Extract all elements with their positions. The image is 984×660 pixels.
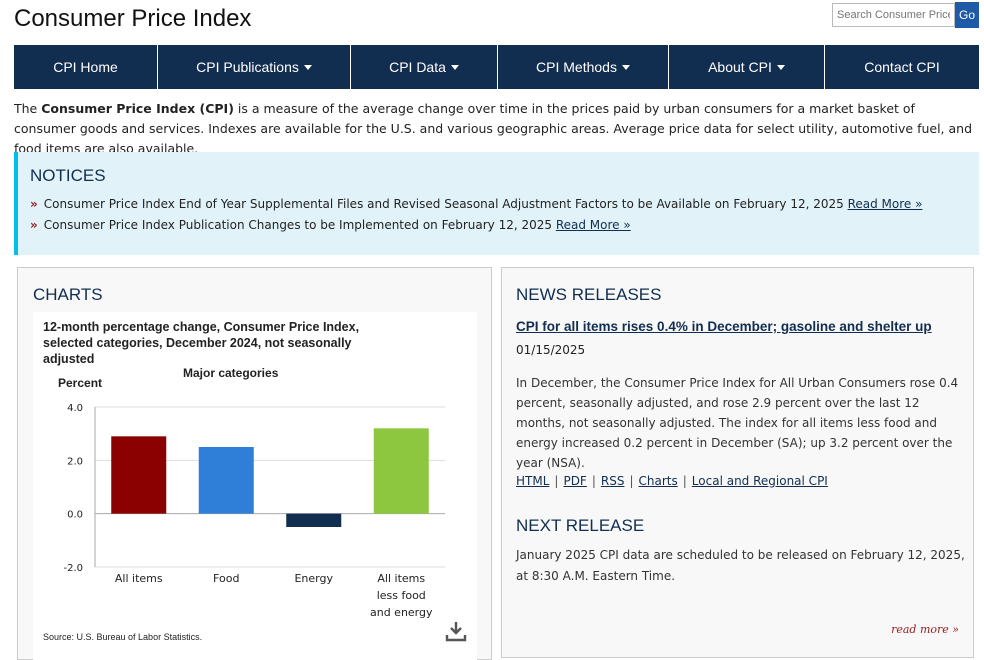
link-separator: | [554, 474, 559, 488]
x-tick-label: less food [377, 589, 426, 602]
notice-read-more-link[interactable]: Read More » [556, 218, 631, 232]
chart-source: Source: U.S. Bureau of Labor Statistics. [43, 632, 202, 642]
y-tick-label: 2.0 [67, 456, 83, 467]
intro-lead: The [14, 101, 42, 116]
news-links: HTML | PDF | RSS | Charts | Local and Regional C… [516, 474, 828, 488]
link-separator: | [682, 474, 687, 488]
news-link-rss[interactable]: RSS [601, 474, 625, 488]
nav-label: CPI Publications [196, 59, 299, 75]
charts-title: CHARTS [33, 285, 103, 304]
read-more-link[interactable]: read more » [891, 623, 959, 636]
link-separator: | [629, 474, 634, 488]
nav-cpi-data[interactable]: CPI Data [351, 45, 498, 89]
notice-read-more-link[interactable]: Read More » [848, 197, 923, 211]
news-headline-link[interactable]: CPI for all items rises 0.4% in December… [516, 319, 932, 334]
bar [286, 513, 342, 527]
main-nav: CPI Home CPI Publications CPI Data CPI M… [14, 45, 979, 89]
next-release-body: January 2025 CPI data are scheduled to b… [516, 548, 965, 583]
bar [198, 447, 254, 514]
news-link-pdf[interactable]: PDF [563, 474, 586, 488]
nav-label: CPI Methods [536, 59, 617, 75]
nav-about-cpi[interactable]: About CPI [669, 45, 825, 89]
notice-item: » Consumer Price Index End of Year Supple… [30, 194, 979, 215]
news-title: NEWS RELEASES [516, 285, 662, 304]
caret-down-icon [776, 64, 785, 70]
news-link-local-regional[interactable]: Local and Regional CPI [692, 474, 828, 488]
caret-down-icon [621, 64, 630, 70]
caret-down-icon [303, 64, 312, 70]
nav-label: CPI Home [53, 59, 118, 75]
news-link-html[interactable]: HTML [516, 474, 549, 488]
notice-text: Consumer Price Index End of Year Supplem… [43, 197, 848, 211]
notice-item: » Consumer Price Index Publication Change… [30, 215, 979, 236]
caret-down-icon [450, 64, 459, 70]
charts-panel: CHARTS 12-month percentage change, Consu… [17, 267, 492, 660]
nav-label: About CPI [708, 59, 772, 75]
search-input[interactable] [832, 3, 955, 27]
intro-text: The Consumer Price Index (CPI) is a meas… [14, 99, 979, 159]
nav-cpi-publications[interactable]: CPI Publications [158, 45, 351, 89]
chart-container[interactable]: 12-month percentage change, Consumer Pri… [33, 312, 477, 660]
chart-subtitle: Major categories [183, 366, 279, 380]
y-axis-label: Percent [58, 376, 102, 390]
x-tick-label: and energy [370, 606, 433, 619]
x-tick-label: Energy [294, 572, 333, 585]
intro-bold: Consumer Price Index (CPI) [41, 101, 234, 116]
nav-label: Contact CPI [864, 59, 940, 75]
news-body: In December, the Consumer Price Index fo… [516, 376, 959, 470]
nav-contact-cpi[interactable]: Contact CPI [825, 45, 979, 89]
search-go-button[interactable]: Go [955, 2, 979, 28]
news-link-charts[interactable]: Charts [639, 474, 678, 488]
nav-cpi-home[interactable]: CPI Home [14, 45, 158, 89]
news-panel: NEWS RELEASES CPI for all items rises 0.… [501, 267, 974, 658]
bar [111, 436, 167, 514]
y-tick-label: 0.0 [67, 510, 83, 521]
y-tick-label: 4.0 [67, 403, 83, 414]
notices-title: NOTICES [30, 166, 106, 185]
next-release-title: NEXT RELEASE [516, 516, 645, 535]
notices-box: NOTICES » Consumer Price Index End of Yea… [14, 152, 979, 255]
nav-cpi-methods[interactable]: CPI Methods [498, 45, 669, 89]
site-title[interactable]: Consumer Price Index [14, 5, 251, 33]
cpi-bar-chart: Percent Major categories 4.0 2.0 0.0 -2.0 All … [43, 366, 445, 642]
link-separator: | [591, 474, 596, 488]
download-icon[interactable] [445, 620, 467, 642]
double-chevron-icon: » [30, 218, 38, 232]
news-date: 01/15/2025 [516, 343, 586, 357]
bar [373, 428, 429, 514]
notice-text: Consumer Price Index Publication Changes… [43, 218, 556, 232]
y-tick-label: -2.0 [63, 563, 83, 574]
nav-label: CPI Data [389, 59, 446, 75]
x-tick-label: All items [377, 572, 425, 585]
double-chevron-icon: » [30, 197, 38, 211]
x-tick-label: All items [115, 572, 163, 585]
x-tick-label: Food [213, 572, 239, 585]
